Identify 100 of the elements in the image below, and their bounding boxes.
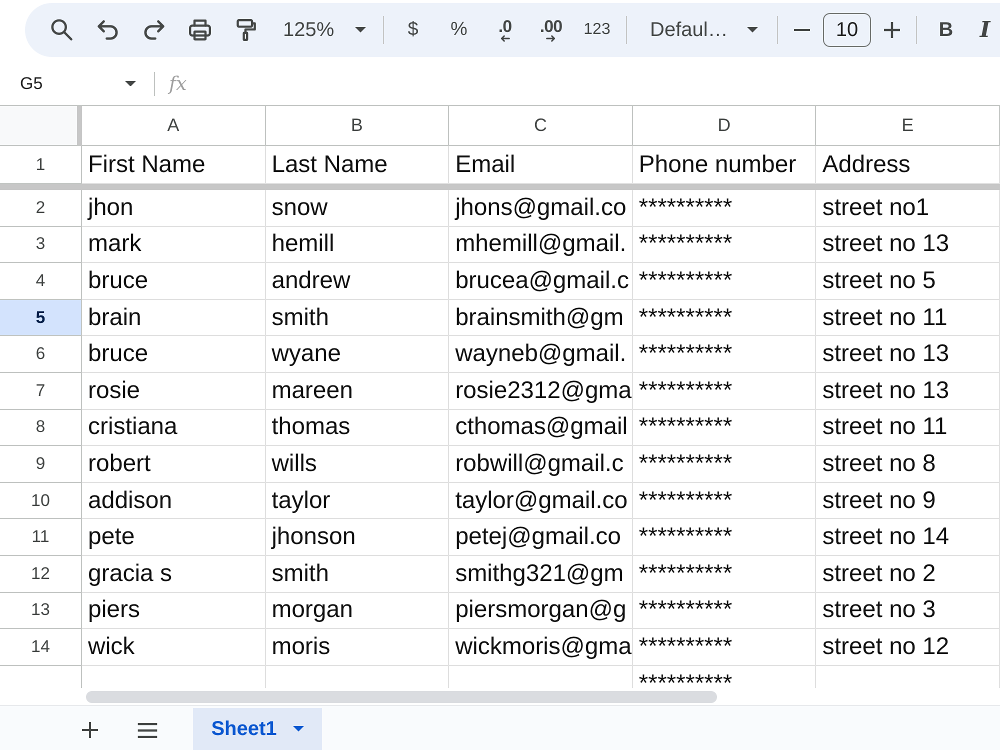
- minus-icon: [794, 29, 810, 31]
- table-cell: brainsmith@gm: [449, 300, 633, 336]
- table-cell: wickmoris@gma: [449, 629, 633, 666]
- table-cell: wills: [266, 446, 450, 483]
- right-arrow-icon: [546, 35, 556, 42]
- row-header[interactable]: 13: [0, 592, 82, 630]
- currency-button[interactable]: $: [393, 12, 433, 48]
- table-cell: cthomas@gmail: [449, 410, 633, 446]
- row-header[interactable]: 3: [0, 226, 82, 264]
- zoom-dropdown[interactable]: 125%: [272, 12, 374, 48]
- table-cell: taylor: [266, 482, 450, 520]
- table-cell: robwill@gmail.c: [449, 446, 633, 483]
- table-cell: **********: [632, 226, 816, 264]
- table-cell: **********: [632, 519, 816, 556]
- row-header[interactable]: 10: [0, 482, 82, 520]
- table-cell: addison: [82, 482, 266, 520]
- table-cell: rosie: [82, 372, 266, 410]
- table-cell: street no 11: [816, 300, 1000, 336]
- table-cell: **********: [632, 336, 816, 373]
- table-cell: **********: [632, 300, 816, 336]
- table-cell: street no 5: [816, 263, 1000, 300]
- table-cell: **********: [632, 629, 816, 666]
- decrease-decimals-button[interactable]: .0: [485, 12, 525, 48]
- percent-button[interactable]: %: [439, 12, 479, 48]
- table-cell: jhonson: [266, 519, 450, 556]
- table-cell: smith: [266, 556, 450, 593]
- table-cell: brucea@gmail.c: [449, 263, 633, 300]
- table-cell: bruce: [82, 336, 266, 373]
- table-cell: gracia s: [82, 556, 266, 593]
- table-cell: street no 13: [816, 372, 1000, 410]
- table-cell: piers: [82, 592, 266, 630]
- table-cell: **********: [632, 190, 816, 227]
- table-cell: andrew: [266, 263, 450, 300]
- row-header[interactable]: 9: [0, 446, 82, 483]
- table-cell: wyane: [266, 336, 450, 373]
- column-header[interactable]: D: [632, 106, 816, 146]
- table-cell: mark: [82, 226, 266, 264]
- number-format-button[interactable]: 123: [577, 12, 617, 48]
- table-cell: **********: [632, 592, 816, 630]
- search-icon: [51, 19, 73, 41]
- table-cell: street no 12: [816, 629, 1000, 666]
- table-cell: mhemill@gmail.: [449, 226, 633, 264]
- table-cell: street no 13: [816, 226, 1000, 264]
- font-size-field[interactable]: 10: [823, 13, 871, 47]
- caret-icon: [355, 27, 366, 33]
- row-header[interactable]: 1: [0, 146, 82, 184]
- table-cell: street no 11: [816, 410, 1000, 446]
- row-header[interactable]: 2: [0, 190, 82, 227]
- increase-decimals-button[interactable]: .00: [531, 12, 571, 48]
- table-cell: robert: [82, 446, 266, 483]
- table-cell: moris: [266, 629, 450, 666]
- table-cell: cristiana: [82, 410, 266, 446]
- table-cell: street no1: [816, 190, 1000, 227]
- row-header[interactable]: 5: [0, 300, 82, 336]
- paint-roller-icon: [235, 19, 257, 41]
- sheet-tab[interactable]: Sheet1: [193, 708, 322, 750]
- bold-button[interactable]: B: [926, 12, 966, 48]
- table-cell: street no 2: [816, 556, 1000, 593]
- row-header[interactable]: 8: [0, 410, 82, 446]
- table-cell: **********: [632, 556, 816, 593]
- table-cell: street no 9: [816, 482, 1000, 520]
- table-cell: **********: [632, 410, 816, 446]
- table-cell: hemill: [266, 226, 450, 264]
- caret-icon: [292, 726, 304, 732]
- scrollbar-thumb[interactable]: [86, 690, 717, 702]
- row-header[interactable]: 12: [0, 556, 82, 593]
- table-cell: piersmorgan@g: [449, 592, 633, 630]
- left-arrow-icon: [500, 35, 510, 42]
- table-cell: pete: [82, 519, 266, 556]
- table-cell: street no 3: [816, 592, 1000, 630]
- table-cell: jhons@gmail.co: [449, 190, 633, 227]
- row-header[interactable]: 7: [0, 372, 82, 410]
- undo-icon: [97, 19, 119, 41]
- column-header[interactable]: B: [266, 106, 450, 146]
- name-box[interactable]: G5: [20, 74, 125, 94]
- table-cell: **********: [632, 372, 816, 410]
- row-header[interactable]: 14: [0, 629, 82, 666]
- plus-icon: [884, 22, 900, 38]
- table-cell: snow: [266, 190, 450, 227]
- table-cell: brain: [82, 300, 266, 336]
- row-header[interactable]: 6: [0, 336, 82, 373]
- column-header[interactable]: C: [449, 106, 633, 146]
- table-cell: jhon: [82, 190, 266, 227]
- table-cell: taylor@gmail.co: [449, 482, 633, 520]
- table-cell: smith: [266, 300, 450, 336]
- table-cell: morgan: [266, 592, 450, 630]
- row-header[interactable]: 11: [0, 519, 82, 556]
- table-cell: street no 14: [816, 519, 1000, 556]
- table-cell: wayneb@gmail.: [449, 336, 633, 373]
- table-cell: **********: [632, 446, 816, 483]
- caret-icon: [125, 80, 136, 86]
- row-header[interactable]: 4: [0, 263, 82, 300]
- italic-button[interactable]: I: [972, 12, 998, 48]
- caret-icon: [747, 27, 758, 33]
- table-cell: **********: [632, 263, 816, 300]
- table-cell: bruce: [82, 263, 266, 300]
- column-header[interactable]: A: [82, 106, 266, 146]
- table-cell: petej@gmail.co: [449, 519, 633, 556]
- font-dropdown[interactable]: Defaul…: [636, 12, 768, 48]
- column-header[interactable]: E: [816, 106, 1000, 146]
